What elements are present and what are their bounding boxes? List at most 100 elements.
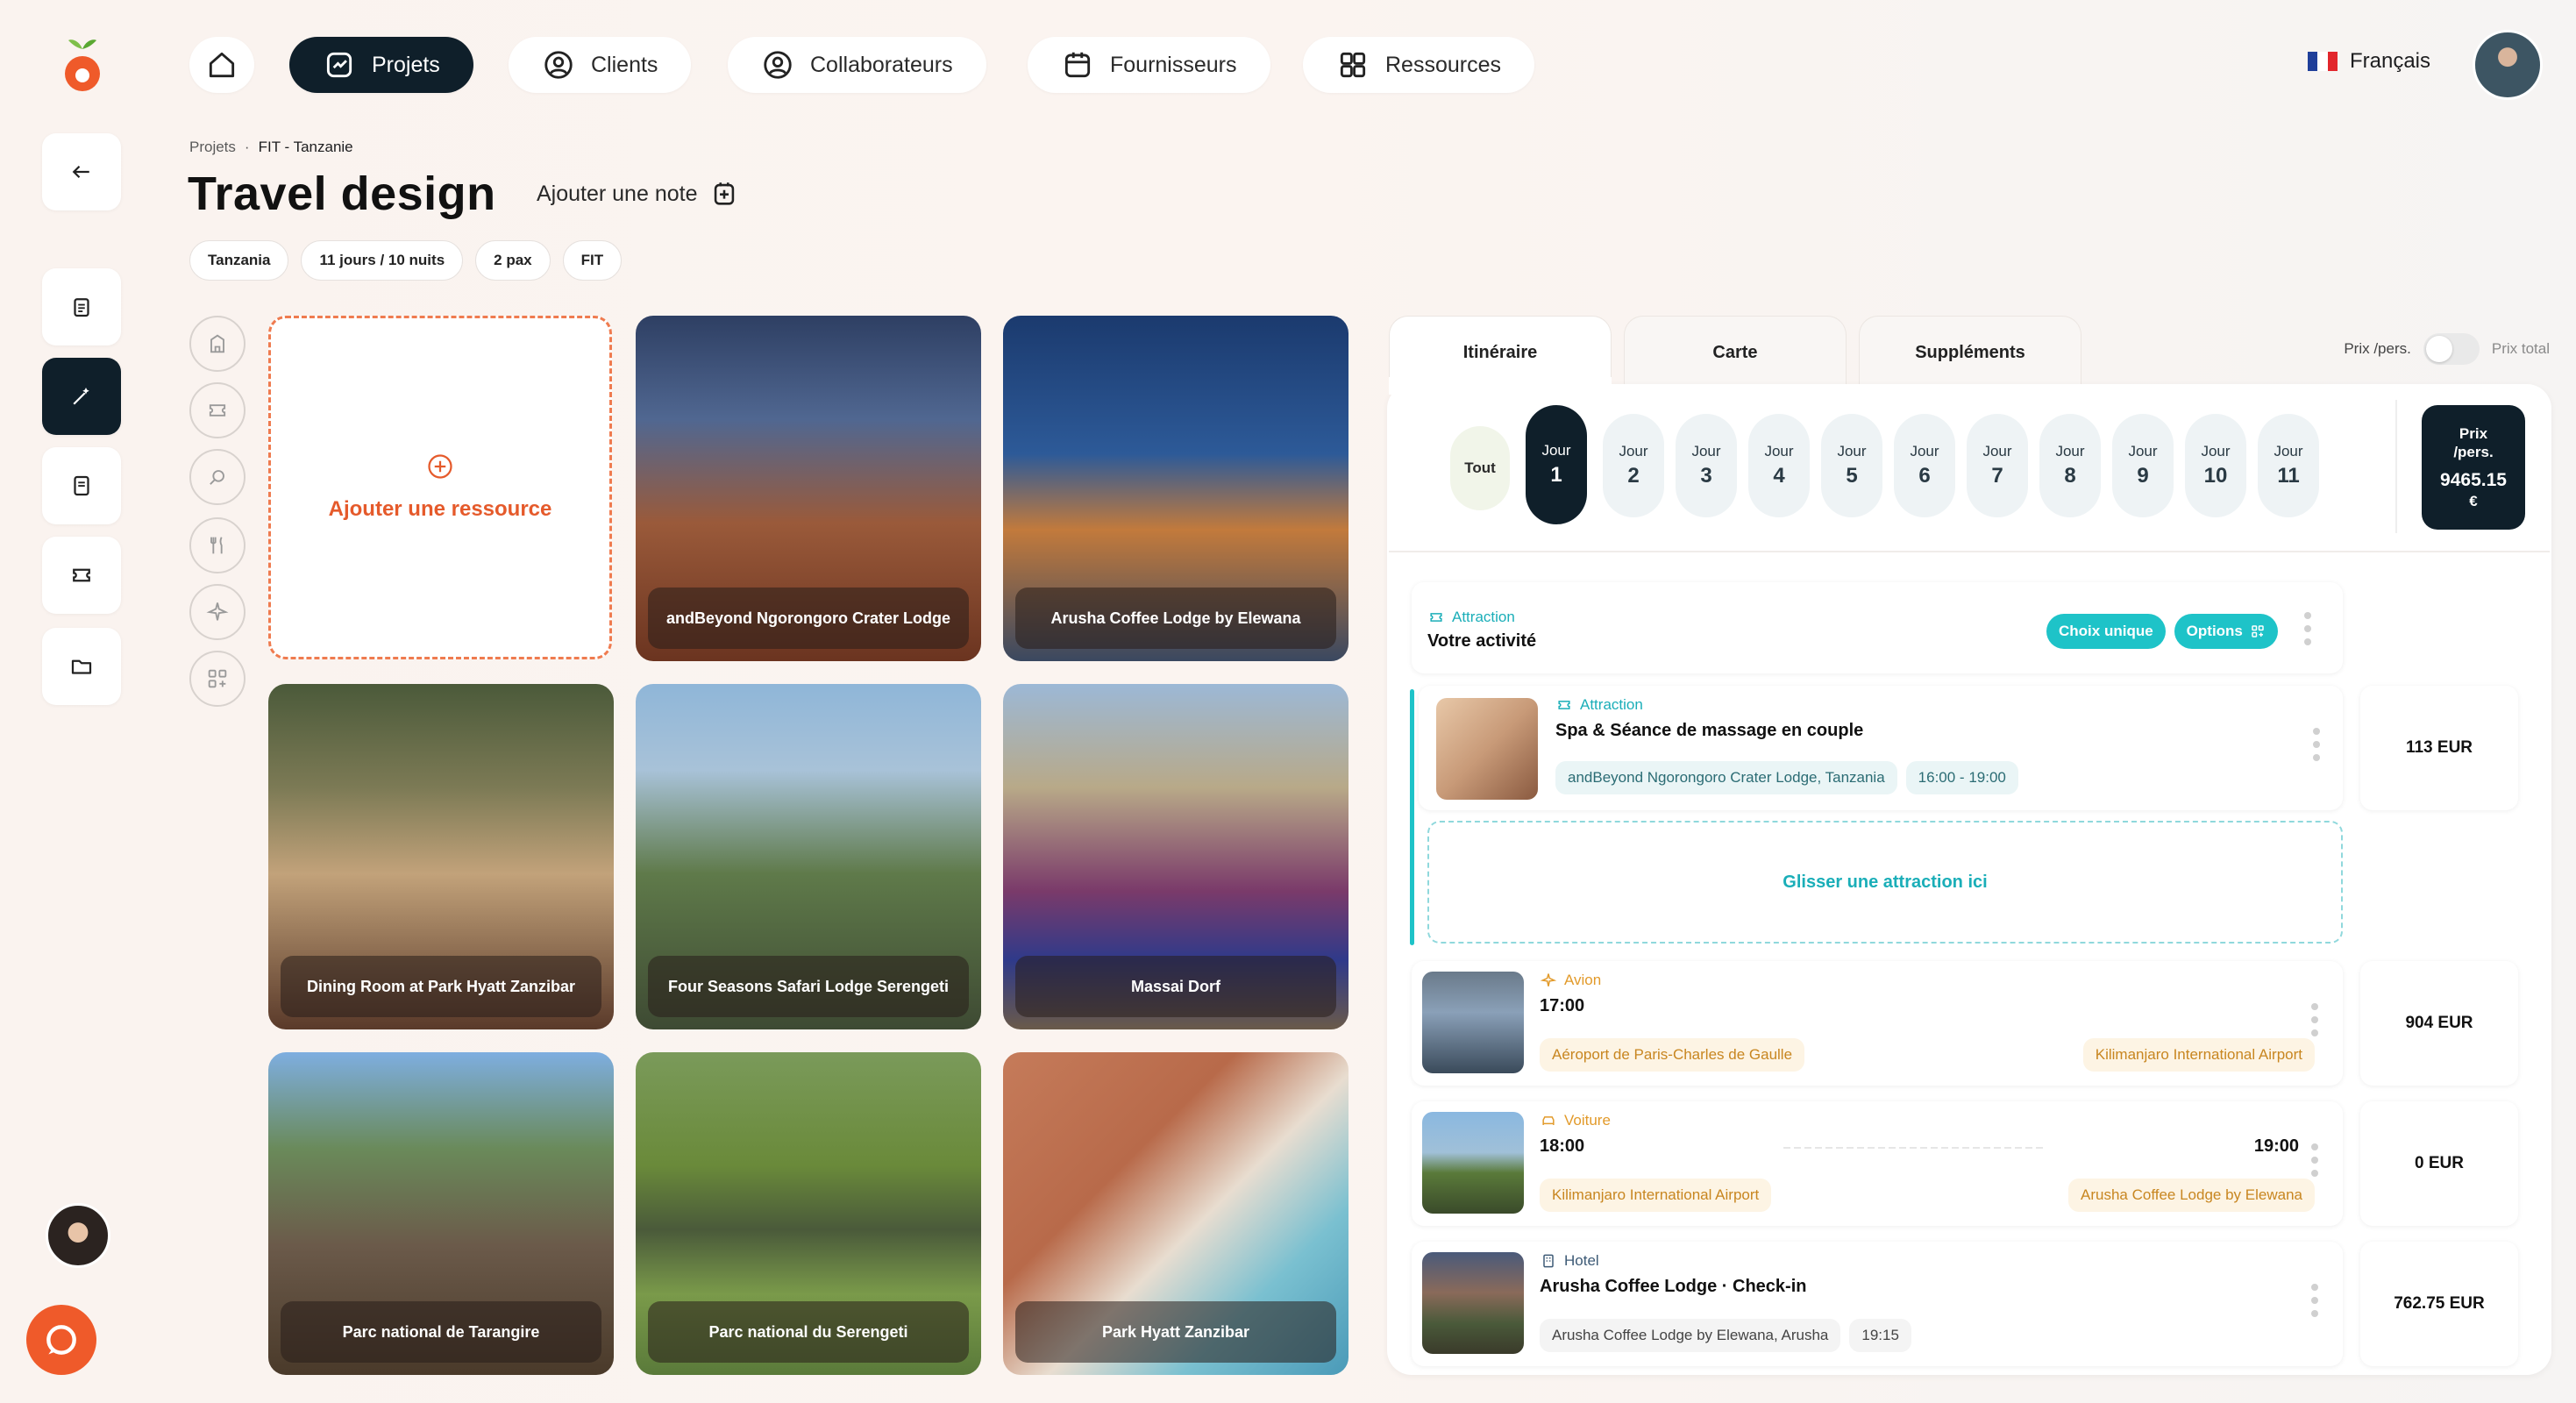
day-pill-8[interactable]: Jour 8 <box>2039 414 2101 517</box>
day-pill-10[interactable]: Jour 10 <box>2185 414 2246 517</box>
options-button[interactable]: Options <box>2174 614 2278 649</box>
user-avatar[interactable] <box>2473 30 2543 100</box>
language-selector[interactable]: Français <box>2307 49 2430 74</box>
tab-carte[interactable]: Carte <box>1624 316 1847 389</box>
add-note-button[interactable]: Ajouter une note <box>537 179 739 209</box>
single-choice-button[interactable]: Choix unique <box>2046 614 2166 649</box>
hotel-title: Arusha Coffee Lodge · Check-in <box>1540 1277 1807 1296</box>
arrow-left-icon <box>72 165 89 179</box>
day-label: Jour <box>1982 443 2012 459</box>
sidebar-item-tickets[interactable] <box>42 537 121 614</box>
nav-ressources[interactable]: Ressources <box>1303 37 1534 93</box>
price-toggle[interactable]: Prix /pers. Prix total <box>2344 333 2550 365</box>
price-mode-switch[interactable] <box>2423 333 2480 365</box>
day-label: Jour <box>1837 443 1867 459</box>
tab-supplements[interactable]: Suppléments <box>1859 316 2081 389</box>
day-pill-11[interactable]: Jour 11 <box>2258 414 2319 517</box>
activity-title: Votre activité <box>1427 631 1537 651</box>
more-options-icon[interactable] <box>2311 1284 2318 1317</box>
day-label: Jour <box>1691 443 1721 459</box>
day-pill-9[interactable]: Jour 9 <box>2112 414 2174 517</box>
nav-collaborateurs[interactable]: Collaborateurs <box>728 37 986 93</box>
sidebar-item-travel-design[interactable] <box>42 358 121 435</box>
itinerary-item-car[interactable]: Voiture 18:00 19:00 Kilimanjaro Internat… <box>1412 1101 2343 1226</box>
resource-card[interactable]: Parc national du Serengeti <box>636 1052 981 1375</box>
resource-card[interactable]: andBeyond Ngorongoro Crater Lodge <box>636 316 981 661</box>
day-pill-7[interactable]: Jour 7 <box>1967 414 2028 517</box>
car-time-end: 19:00 <box>2253 1136 2299 1156</box>
home-button[interactable] <box>189 37 254 93</box>
nav-clients[interactable]: Clients <box>509 37 692 93</box>
add-resource-card[interactable]: Ajouter une ressource <box>268 316 612 659</box>
resource-title: Parc national de Tarangire <box>281 1301 601 1363</box>
day-pill-1[interactable]: Jour 1 <box>1526 405 1587 524</box>
resource-card[interactable]: Dining Room at Park Hyatt Zanzibar <box>268 684 614 1029</box>
resource-card[interactable]: Four Seasons Safari Lodge Serengeti <box>636 684 981 1029</box>
assistant-avatar[interactable] <box>46 1203 110 1268</box>
tag-duration: 11 jours / 10 nuits <box>301 240 464 281</box>
chat-icon <box>46 1325 76 1355</box>
toggle-right-label: Prix total <box>2491 340 2550 357</box>
resource-title: Arusha Coffee Lodge by Elewana <box>1015 588 1336 649</box>
sidebar-item-quote[interactable] <box>42 447 121 524</box>
day-pill-6[interactable]: Jour 6 <box>1894 414 1955 517</box>
spa-type: Attraction <box>1555 696 1643 714</box>
resource-card[interactable]: Massai Dorf <box>1003 684 1348 1029</box>
car-icon <box>1542 1116 1555 1125</box>
divider <box>1389 551 2550 552</box>
day-number: 10 <box>2203 464 2228 488</box>
breadcrumb-root[interactable]: Projets <box>189 139 236 156</box>
resource-card[interactable]: Park Hyatt Zanzibar <box>1003 1052 1348 1375</box>
itinerary-item-flight[interactable]: Avion 17:00 Aéroport de Paris-Charles de… <box>1412 961 2343 1086</box>
filter-ticket[interactable] <box>189 382 246 438</box>
hotel-price: 762.75 EUR <box>2360 1242 2518 1366</box>
sidebar-item-brief[interactable] <box>42 268 121 345</box>
attraction-drop-zone[interactable]: Glisser une attraction ici <box>1427 821 2343 944</box>
more-options-icon[interactable] <box>2313 728 2320 761</box>
france-flag-icon <box>2307 52 2338 71</box>
note-plus-icon <box>715 182 735 205</box>
filter-search[interactable] <box>189 449 246 505</box>
filter-transport[interactable] <box>189 584 246 640</box>
day-label: Jour <box>1910 443 1939 459</box>
flight-type: Avion <box>1540 972 1601 989</box>
day-pill-5[interactable]: Jour 5 <box>1821 414 1882 517</box>
projects-icon <box>326 52 352 78</box>
nav-fournisseurs[interactable]: Fournisseurs <box>1028 37 1270 93</box>
more-options-icon[interactable] <box>2304 612 2311 645</box>
grid-plus-icon <box>208 669 227 688</box>
car-type: Voiture <box>1540 1112 1611 1129</box>
day-label: Jour <box>2055 443 2085 459</box>
resource-card[interactable]: Arusha Coffee Lodge by Elewana <box>1003 316 1348 661</box>
selected-indicator <box>1410 689 1414 945</box>
document-icon <box>74 475 89 496</box>
resource-title: Four Seasons Safari Lodge Serengeti <box>648 956 969 1017</box>
day-pill-4[interactable]: Jour 4 <box>1748 414 1810 517</box>
ticket-icon <box>73 568 90 582</box>
car-time-start: 18:00 <box>1540 1136 1585 1156</box>
activity-slot-card[interactable]: Attraction Votre activité Choix unique O… <box>1412 582 2343 673</box>
ticket-icon <box>209 404 226 417</box>
resource-card[interactable]: Parc national de Tarangire <box>268 1052 614 1375</box>
filter-other[interactable] <box>189 651 246 707</box>
day-pill-3[interactable]: Jour 3 <box>1676 414 1737 517</box>
day-pill-2[interactable]: Jour 2 <box>1603 414 1664 517</box>
more-options-icon[interactable] <box>2311 1003 2318 1036</box>
filter-restaurant[interactable] <box>189 517 246 573</box>
day-number: 5 <box>1846 464 1858 488</box>
day-number: 6 <box>1918 464 1931 488</box>
sidebar-item-files[interactable] <box>42 628 121 705</box>
app-logo[interactable] <box>58 37 107 96</box>
day-filter-all[interactable]: Tout <box>1450 426 1510 510</box>
back-button[interactable] <box>42 133 121 210</box>
tag-type: FIT <box>562 240 623 281</box>
nav-label: Projets <box>372 52 440 77</box>
nav-projets[interactable]: Projets <box>289 37 473 93</box>
day-label: Jour <box>2128 443 2158 459</box>
more-options-icon[interactable] <box>2311 1143 2318 1177</box>
itinerary-item-spa[interactable]: Attraction Spa & Séance de massage en co… <box>1419 686 2343 810</box>
filter-hotel[interactable] <box>189 316 246 372</box>
price-label-1: Prix <box>2459 425 2488 442</box>
itinerary-item-hotel[interactable]: Hotel Arusha Coffee Lodge · Check-in Aru… <box>1412 1242 2343 1366</box>
chat-button[interactable] <box>26 1305 96 1375</box>
